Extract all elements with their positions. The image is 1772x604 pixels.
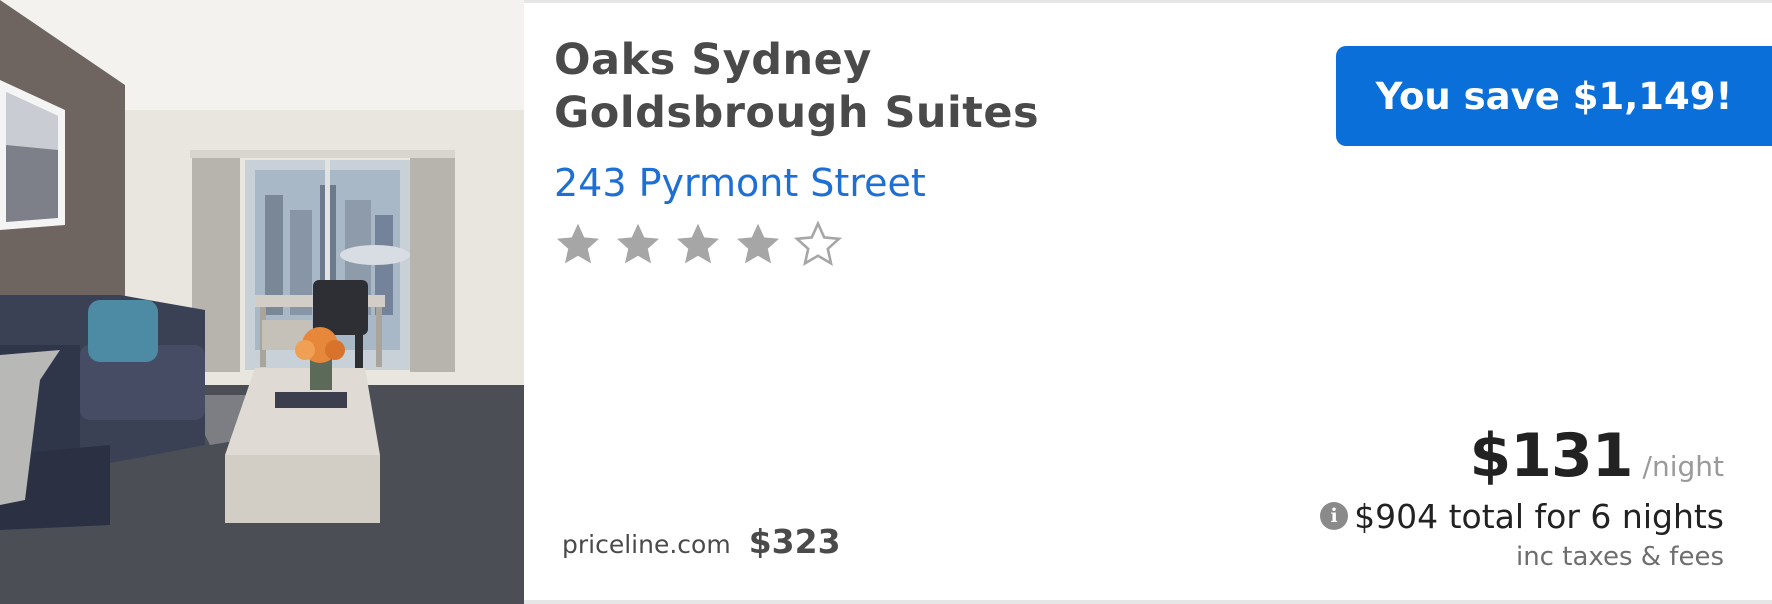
- card-top-border: [524, 0, 1772, 3]
- competitor-site-name: priceline.com: [562, 530, 731, 559]
- total-price-line: i $904 total for 6 nights: [1204, 494, 1724, 538]
- hotel-listing-card[interactable]: Oaks Sydney Goldsbrough Suites 243 Pyrmo…: [0, 0, 1772, 604]
- star-empty-icon: [794, 220, 842, 267]
- price-summary: $131 /night i $904 total for 6 nights in…: [1204, 420, 1724, 572]
- card-bottom-border: [524, 600, 1772, 604]
- hotel-photo[interactable]: [0, 0, 524, 604]
- star-rating: [554, 216, 842, 272]
- competitor-price-value: $323: [748, 522, 841, 561]
- star-filled-icon: [737, 223, 779, 264]
- total-price-text: $904 total for 6 nights: [1354, 496, 1724, 536]
- hotel-address-link[interactable]: 243 Pyrmont Street: [554, 158, 926, 208]
- hotel-name-link[interactable]: Oaks Sydney Goldsbrough Suites: [554, 34, 1194, 140]
- info-icon[interactable]: i: [1320, 502, 1349, 530]
- nightly-price-line: $131 /night: [1204, 420, 1724, 492]
- taxes-note: inc taxes & fees: [1515, 542, 1724, 572]
- star-filled-icon: [677, 223, 719, 264]
- star-filled-icon: [617, 223, 659, 264]
- nightly-price: $131: [1469, 421, 1634, 491]
- competitor-price: priceline.com $323: [562, 522, 841, 570]
- per-night-label: /night: [1642, 450, 1724, 483]
- star-filled-icon: [557, 223, 599, 264]
- savings-badge[interactable]: You save $1,149!: [1336, 46, 1772, 146]
- room-image: [0, 0, 524, 604]
